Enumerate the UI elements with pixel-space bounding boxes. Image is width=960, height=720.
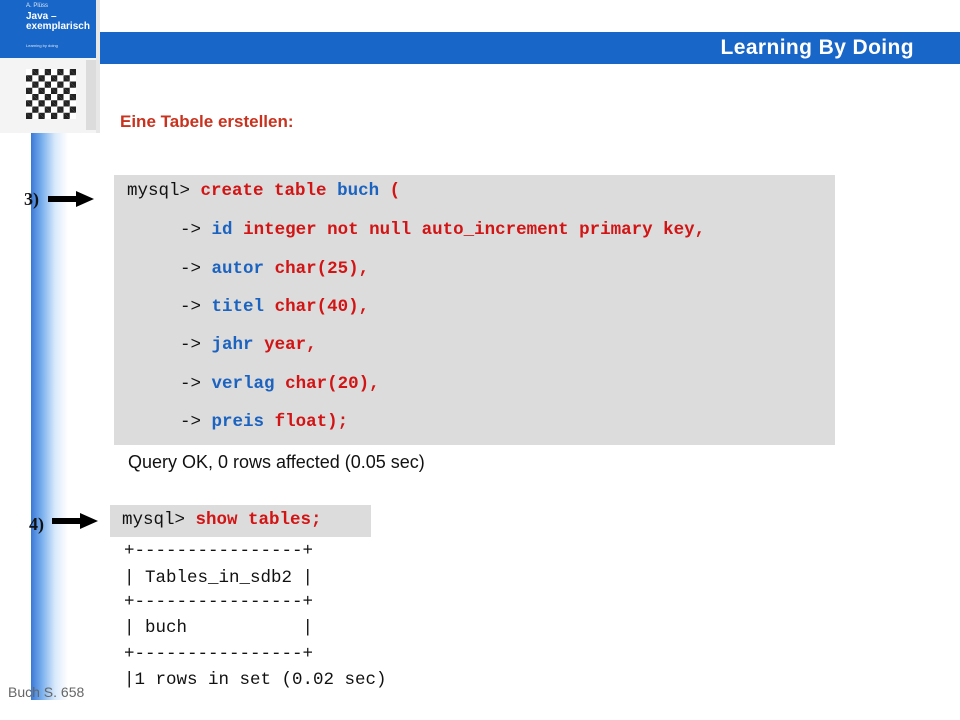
code-identifier: id [211, 220, 233, 240]
code-identifier: autor [211, 259, 265, 279]
continuation-prompt: -> [180, 374, 202, 394]
code-line-5: -> jahr year, [180, 335, 317, 355]
continuation-prompt: -> [180, 259, 202, 279]
code-line-7: -> preis float); [180, 412, 348, 432]
code-line-3: -> autor char(25), [180, 259, 369, 279]
code-line-4: -> titel char(40), [180, 297, 369, 317]
mysql-prompt: mysql> [122, 510, 186, 530]
book-cover-author: A. Plüss [26, 3, 49, 9]
book-cover-title-line2: exemplarisch [26, 21, 90, 32]
output-line: +----------------+ [124, 541, 314, 561]
code-identifier: jahr [211, 335, 254, 355]
code-identifier: preis [211, 412, 265, 432]
banner-title: Learning By Doing [720, 36, 914, 59]
code-keyword: char(20), [285, 374, 380, 394]
code-keyword: integer not null auto_increment primary … [243, 220, 706, 240]
code-line-6: -> verlag char(20), [180, 374, 380, 394]
code-keyword: ( [389, 181, 401, 201]
code-keyword: create table [200, 181, 327, 201]
book-cover-spine [86, 60, 96, 130]
step-4-label: 4) [29, 514, 44, 534]
code-keyword: year, [264, 335, 317, 355]
code-keyword: char(40), [274, 297, 370, 317]
continuation-prompt: -> [180, 220, 202, 240]
book-cover-subtitle: Learning by doing [26, 43, 58, 48]
code-keyword: float); [274, 412, 349, 432]
output-line: |1 rows in set (0.02 sec) [124, 670, 387, 690]
show-tables-line: mysql> show tables; [122, 510, 322, 530]
continuation-prompt: -> [180, 297, 202, 317]
output-line: +----------------+ [124, 644, 314, 664]
code-keyword: show tables; [195, 510, 322, 530]
output-line: +----------------+ [124, 592, 314, 612]
section-heading: Eine Tabele erstellen: [120, 112, 294, 131]
output-line: | Tables_in_sdb2 | [124, 568, 314, 588]
code-line-1: mysql> create table buch ( [127, 181, 400, 201]
step-3-label: 3) [24, 189, 39, 209]
code-identifier: buch [337, 181, 380, 201]
code-identifier: titel [211, 297, 265, 317]
mysql-prompt: mysql> [127, 181, 191, 201]
book-cover-image: A. Plüss Java – exemplarisch Learning by… [0, 0, 100, 133]
code-keyword: char(25), [274, 259, 370, 279]
continuation-prompt: -> [180, 335, 202, 355]
code-identifier: verlag [211, 374, 275, 394]
book-page-reference: Buch S. 658 [8, 684, 85, 700]
checkerboard-icon [26, 69, 76, 119]
query-status-text: Query OK, 0 rows affected (0.05 sec) [128, 452, 425, 472]
book-cover-title: Java – exemplarisch [26, 12, 90, 32]
code-line-2: -> id integer not null auto_increment pr… [180, 220, 705, 240]
output-line: | buch | [124, 618, 314, 638]
continuation-prompt: -> [180, 412, 202, 432]
